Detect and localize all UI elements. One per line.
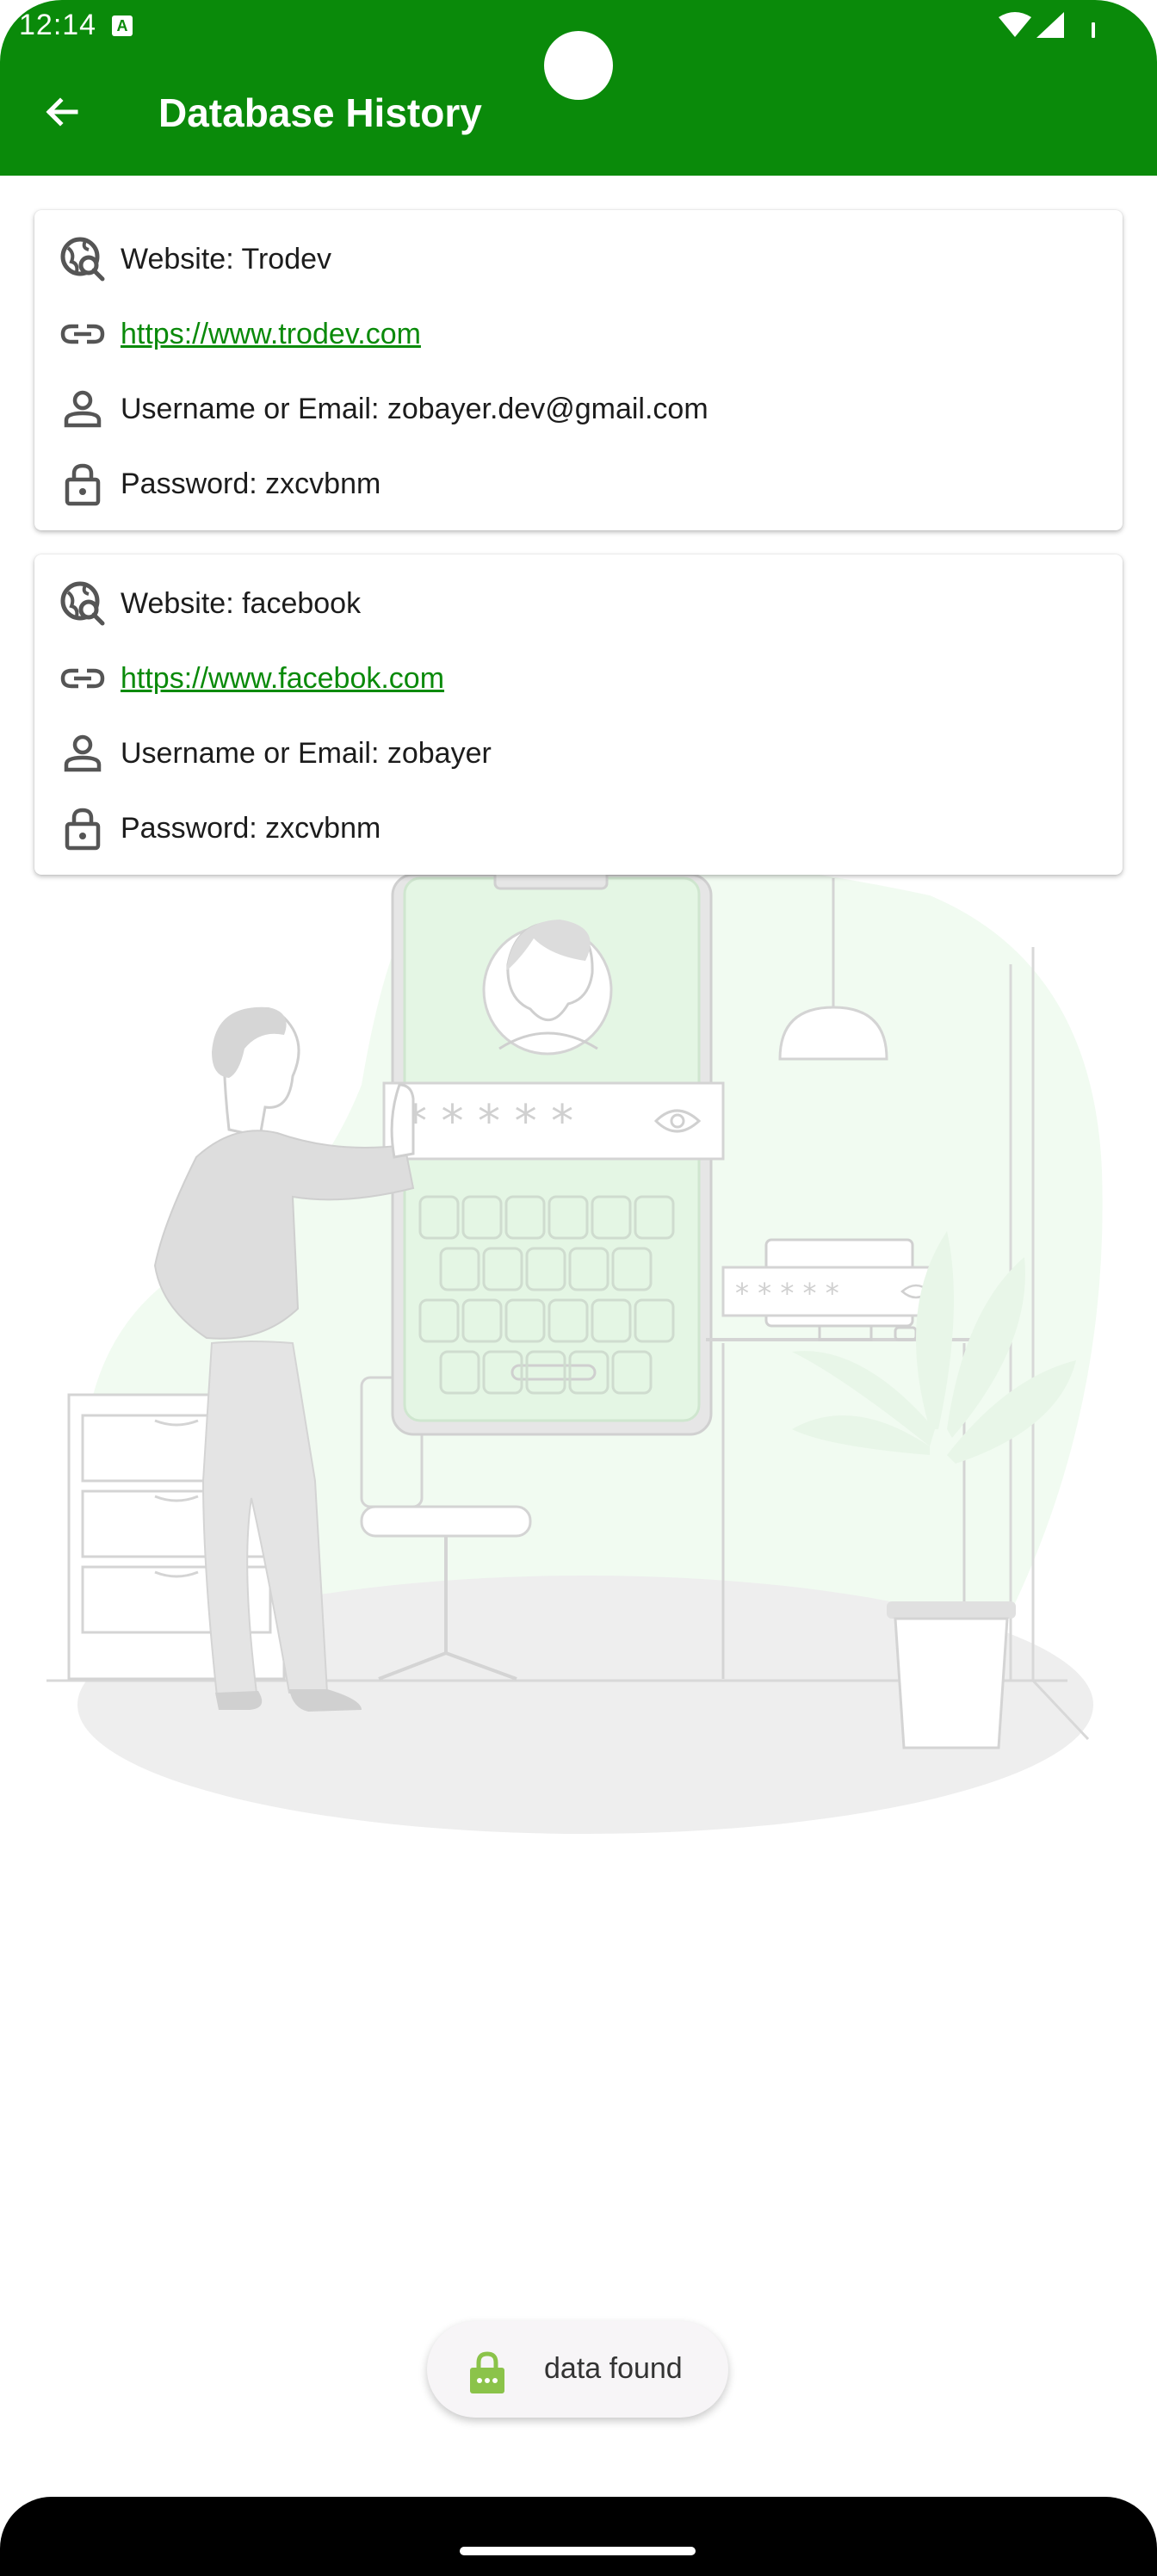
status-time: 12:14 xyxy=(19,9,97,41)
username-row: Username or Email: zobayer xyxy=(59,726,1109,781)
android-icon xyxy=(470,2351,504,2393)
battery-icon xyxy=(1092,22,1095,38)
website-label: Website: facebook xyxy=(121,586,362,620)
arrow-back-icon xyxy=(46,97,78,127)
person-icon xyxy=(59,385,107,433)
url-row[interactable]: https://www.facebok.com xyxy=(59,651,1109,706)
history-card[interactable]: Website: Trodev https://www.trodev.com U… xyxy=(34,210,1123,530)
password-row: Password: zxcvbnm xyxy=(59,801,1109,856)
url-row[interactable]: https://www.trodev.com xyxy=(59,307,1109,362)
home-handle[interactable] xyxy=(460,2547,696,2555)
camera-cutout xyxy=(544,31,613,100)
toast-text: data found xyxy=(544,2352,683,2385)
username-label: Username or Email: zobayer.dev@gmail.com xyxy=(121,392,708,425)
password-illustration: * * * * * * * * * * xyxy=(46,851,1103,1834)
navigation-bar xyxy=(0,2497,1157,2576)
toast-message: data found xyxy=(427,2321,728,2418)
website-row: Website: facebook xyxy=(59,576,1109,631)
username-label: Username or Email: zobayer xyxy=(121,736,492,770)
link-icon xyxy=(59,310,107,358)
signal-icon xyxy=(1036,12,1064,38)
lock-icon xyxy=(59,804,107,852)
password-label: Password: zxcvbnm xyxy=(121,811,381,845)
person-icon xyxy=(59,729,107,777)
website-row: Website: Trodev xyxy=(59,232,1109,287)
link-icon xyxy=(59,654,107,703)
password-label: Password: zxcvbnm xyxy=(121,467,381,500)
lock-icon xyxy=(59,460,107,508)
history-card[interactable]: Website: facebook https://www.facebok.co… xyxy=(34,554,1123,875)
travel-explore-icon xyxy=(59,579,107,628)
website-label: Website: Trodev xyxy=(121,242,332,276)
website-link[interactable]: https://www.facebok.com xyxy=(121,662,444,696)
illustration-password-mask: * * * * * xyxy=(405,1096,573,1148)
website-link[interactable]: https://www.trodev.com xyxy=(121,318,421,351)
back-button[interactable] xyxy=(34,84,90,139)
a-icon: A xyxy=(112,15,133,36)
username-row: Username or Email: zobayer.dev@gmail.com xyxy=(59,381,1109,437)
monitor-password-mask: * * * * * xyxy=(735,1277,839,1310)
page-title: Database History xyxy=(158,90,482,135)
travel-explore-icon xyxy=(59,235,107,283)
wifi-icon xyxy=(999,12,1031,37)
password-row: Password: zxcvbnm xyxy=(59,456,1109,511)
